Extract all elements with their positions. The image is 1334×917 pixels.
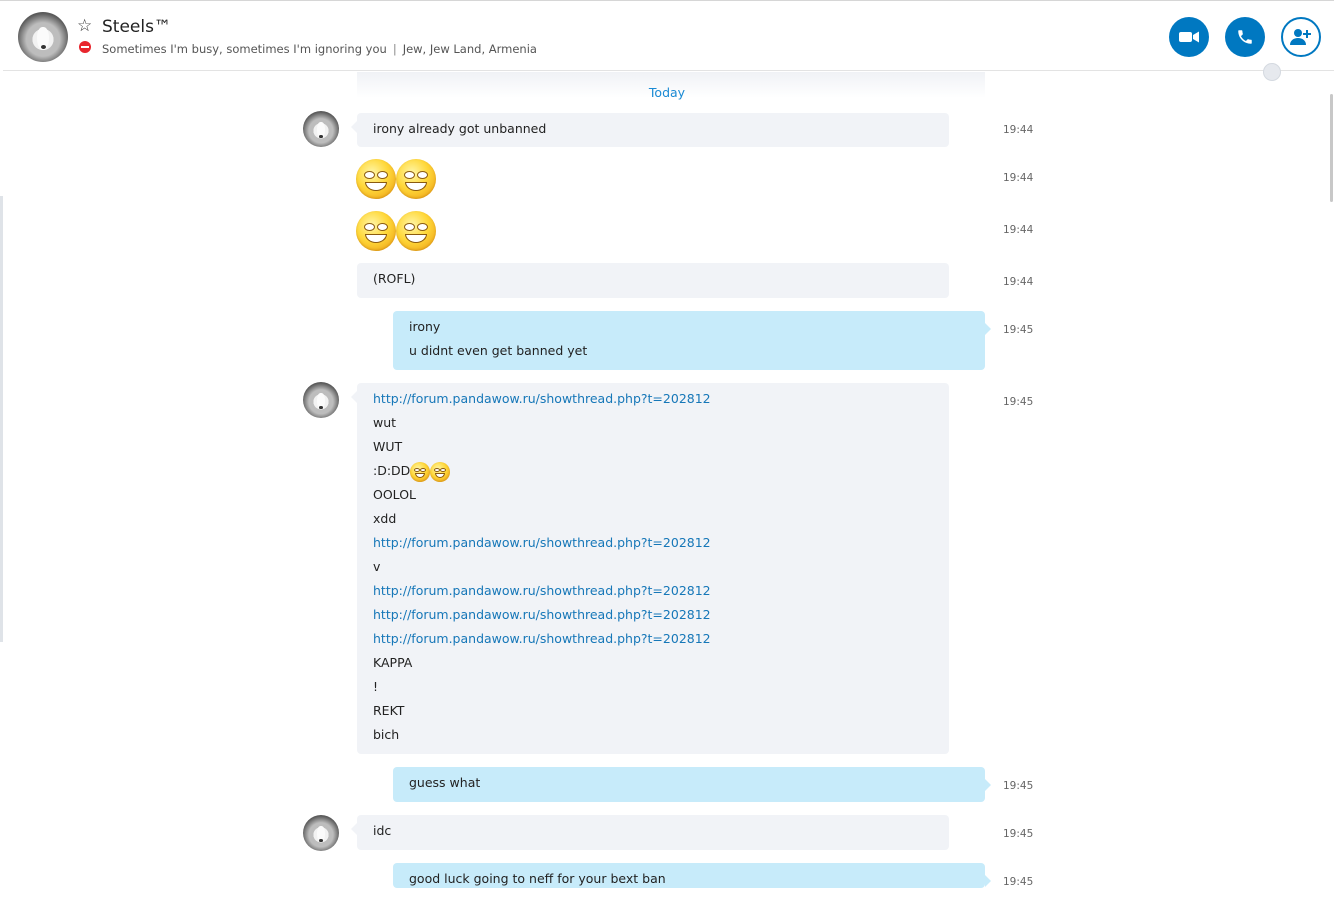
contact-name[interactable]: Steels™ [102, 16, 171, 38]
mood-separator: | [392, 42, 397, 56]
sender-avatar[interactable] [303, 111, 339, 147]
busy-status-icon [79, 41, 91, 53]
message-time: 19:44 [1003, 276, 1034, 288]
message-time: 19:45 [1003, 780, 1034, 792]
message-link[interactable]: http://forum.pandawow.ru/showthread.php?… [373, 603, 933, 627]
message-text: ! [373, 679, 379, 694]
message-text: guess what [409, 775, 481, 790]
message-time: 19:44 [1003, 172, 1034, 184]
smile-emoticon-icon [356, 159, 396, 199]
contact-avatar[interactable] [18, 12, 68, 62]
outgoing-message[interactable]: guess what [393, 767, 991, 802]
add-people-button[interactable] [1281, 17, 1321, 57]
video-call-button[interactable] [1169, 17, 1209, 57]
message-text: irony already got unbanned [373, 121, 547, 136]
message-time: 19:44 [1003, 124, 1034, 136]
sender-avatar[interactable] [303, 815, 339, 851]
incoming-message[interactable]: http://forum.pandawow.ru/showthread.php?… [351, 383, 949, 754]
emoticon-message[interactable] [356, 159, 436, 199]
left-edge-divider [0, 196, 3, 642]
message-text-with-emoticons: :D:DD [373, 459, 933, 483]
message-time: 19:44 [1003, 224, 1034, 236]
add-contact-icon [1290, 29, 1311, 45]
globe-icon[interactable] [1263, 63, 1281, 81]
phone-icon [1238, 30, 1252, 44]
incoming-message[interactable]: idc [351, 815, 949, 850]
message-text: REKT [373, 703, 405, 718]
incoming-message[interactable]: (ROFL) [357, 263, 949, 298]
audio-call-button[interactable] [1225, 17, 1265, 57]
incoming-message[interactable]: irony already got unbanned [351, 113, 949, 147]
message-time: 19:45 [1003, 828, 1034, 840]
outgoing-message[interactable]: irony u didnt even get banned yet [393, 311, 991, 370]
outgoing-message[interactable]: good luck going to neff for your bext ba… [393, 863, 991, 888]
message-text: bich [373, 727, 400, 742]
message-time: 19:45 [1003, 396, 1034, 408]
conversation-header: ☆ Steels™ Sometimes I'm busy, sometimes … [3, 2, 1334, 71]
smile-emoticon-icon [410, 461, 431, 482]
contact-mood-message: Sometimes I'm busy, sometimes I'm ignori… [102, 42, 387, 56]
message-text: KAPPA [373, 655, 413, 670]
smile-emoticon-icon [356, 211, 396, 251]
message-time: 19:45 [1003, 324, 1034, 336]
message-text: OOLOL [373, 487, 416, 502]
message-text: irony [409, 319, 441, 334]
scrollbar-thumb[interactable] [1330, 94, 1333, 202]
date-divider: Today [648, 85, 686, 100]
contact-mood-line: Sometimes I'm busy, sometimes I'm ignori… [102, 41, 537, 57]
video-camera-icon [1179, 31, 1199, 43]
message-link[interactable]: http://forum.pandawow.ru/showthread.php?… [373, 387, 933, 411]
message-text: WUT [373, 439, 403, 454]
smile-emoticon-icon [396, 159, 436, 199]
sender-avatar[interactable] [303, 382, 339, 418]
message-link[interactable]: http://forum.pandawow.ru/showthread.php?… [373, 627, 933, 651]
message-text: u didnt even get banned yet [409, 343, 588, 358]
smile-emoticon-icon [430, 461, 451, 482]
message-text: wut [373, 415, 397, 430]
message-text: idc [373, 823, 392, 838]
message-text: v [373, 559, 381, 574]
message-time: 19:45 [1003, 876, 1034, 888]
favorite-star-icon[interactable]: ☆ [77, 16, 92, 36]
message-link[interactable]: http://forum.pandawow.ru/showthread.php?… [373, 531, 933, 555]
message-text: good luck going to neff for your bext ba… [409, 871, 666, 886]
message-text: :D:DD [373, 463, 411, 478]
contact-location: Jew, Jew Land, Armenia [402, 42, 537, 56]
message-text: xdd [373, 511, 397, 526]
smile-emoticon-icon [396, 211, 436, 251]
emoticon-message[interactable] [356, 211, 436, 251]
message-text: (ROFL) [373, 271, 416, 286]
message-link[interactable]: http://forum.pandawow.ru/showthread.php?… [373, 579, 933, 603]
